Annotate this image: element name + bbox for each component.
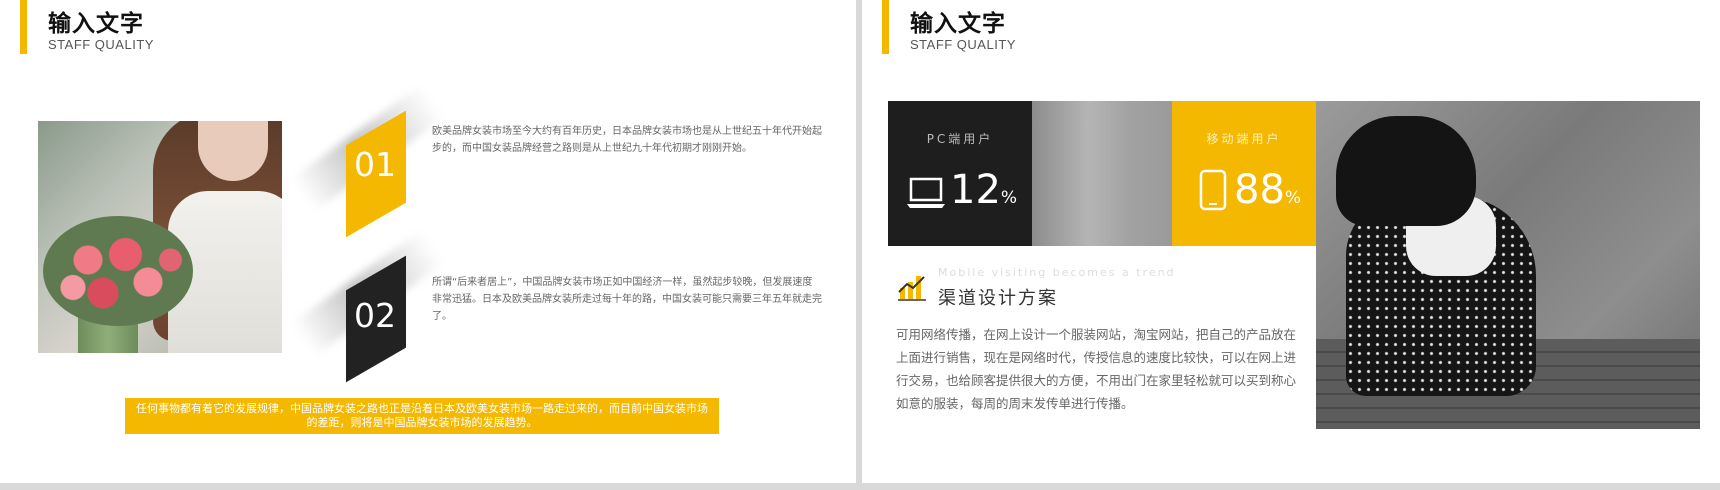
highlight-banner: 任何事物都有着它的发展规律，中国品牌女装之路也正是沿着日本及欧美女装市场一路走过… [125,398,719,434]
woman-with-flowers-photo [38,121,282,353]
stat-card-mobile: 移动端用户 88% [1172,101,1316,246]
item-text-02: 所谓“后来者居上”，中国品牌女装市场正如中国经济一样，虽然起步较晚，但发展速度非… [432,277,822,322]
page-title: 输入文字 [910,11,1006,37]
section-title: 渠道设计方案 [938,288,1058,309]
stat-card-pc: PC端用户 12% [888,101,1032,246]
section-body: 可用网络传播，在网上设计一个服装网站，淘宝网站，把自己的产品放在上面进行销售，现… [896,327,1297,411]
item-text-01: 欧美品牌女装市场至今大约有百年历史，日本品牌女装市场也是从上世纪五十年代开始起步… [432,126,822,154]
laptop-icon [907,177,945,208]
stat-label: PC端用户 [926,132,994,146]
page-subtitle: STAFF QUALITY [910,37,1016,52]
title-accent-bar [20,0,27,54]
item-number-02: 02 [354,296,396,335]
wall-photo [1032,101,1172,246]
slide-right: 输入文字 STAFF QUALITY PC端用户 12% 移动端用户 88% M… [862,0,1720,483]
slide-left: 输入文字 STAFF QUALITY 01 欧美品牌女装市场至今大约有百年历史，… [0,0,856,483]
stat-label: 移动端用户 [1206,132,1282,146]
stat-value: 12% [950,167,1018,213]
english-tagline: Mobile visiting becomes a trend [938,266,1176,279]
bar-chart-icon [898,276,926,301]
stat-value: 88% [1234,167,1302,213]
phone-icon [1199,169,1227,211]
crouching-woman-photo [1316,101,1700,429]
page-title: 输入文字 [48,11,144,37]
title-accent-bar [882,0,889,54]
page-subtitle: STAFF QUALITY [48,37,154,52]
item-number-01: 01 [354,145,396,184]
